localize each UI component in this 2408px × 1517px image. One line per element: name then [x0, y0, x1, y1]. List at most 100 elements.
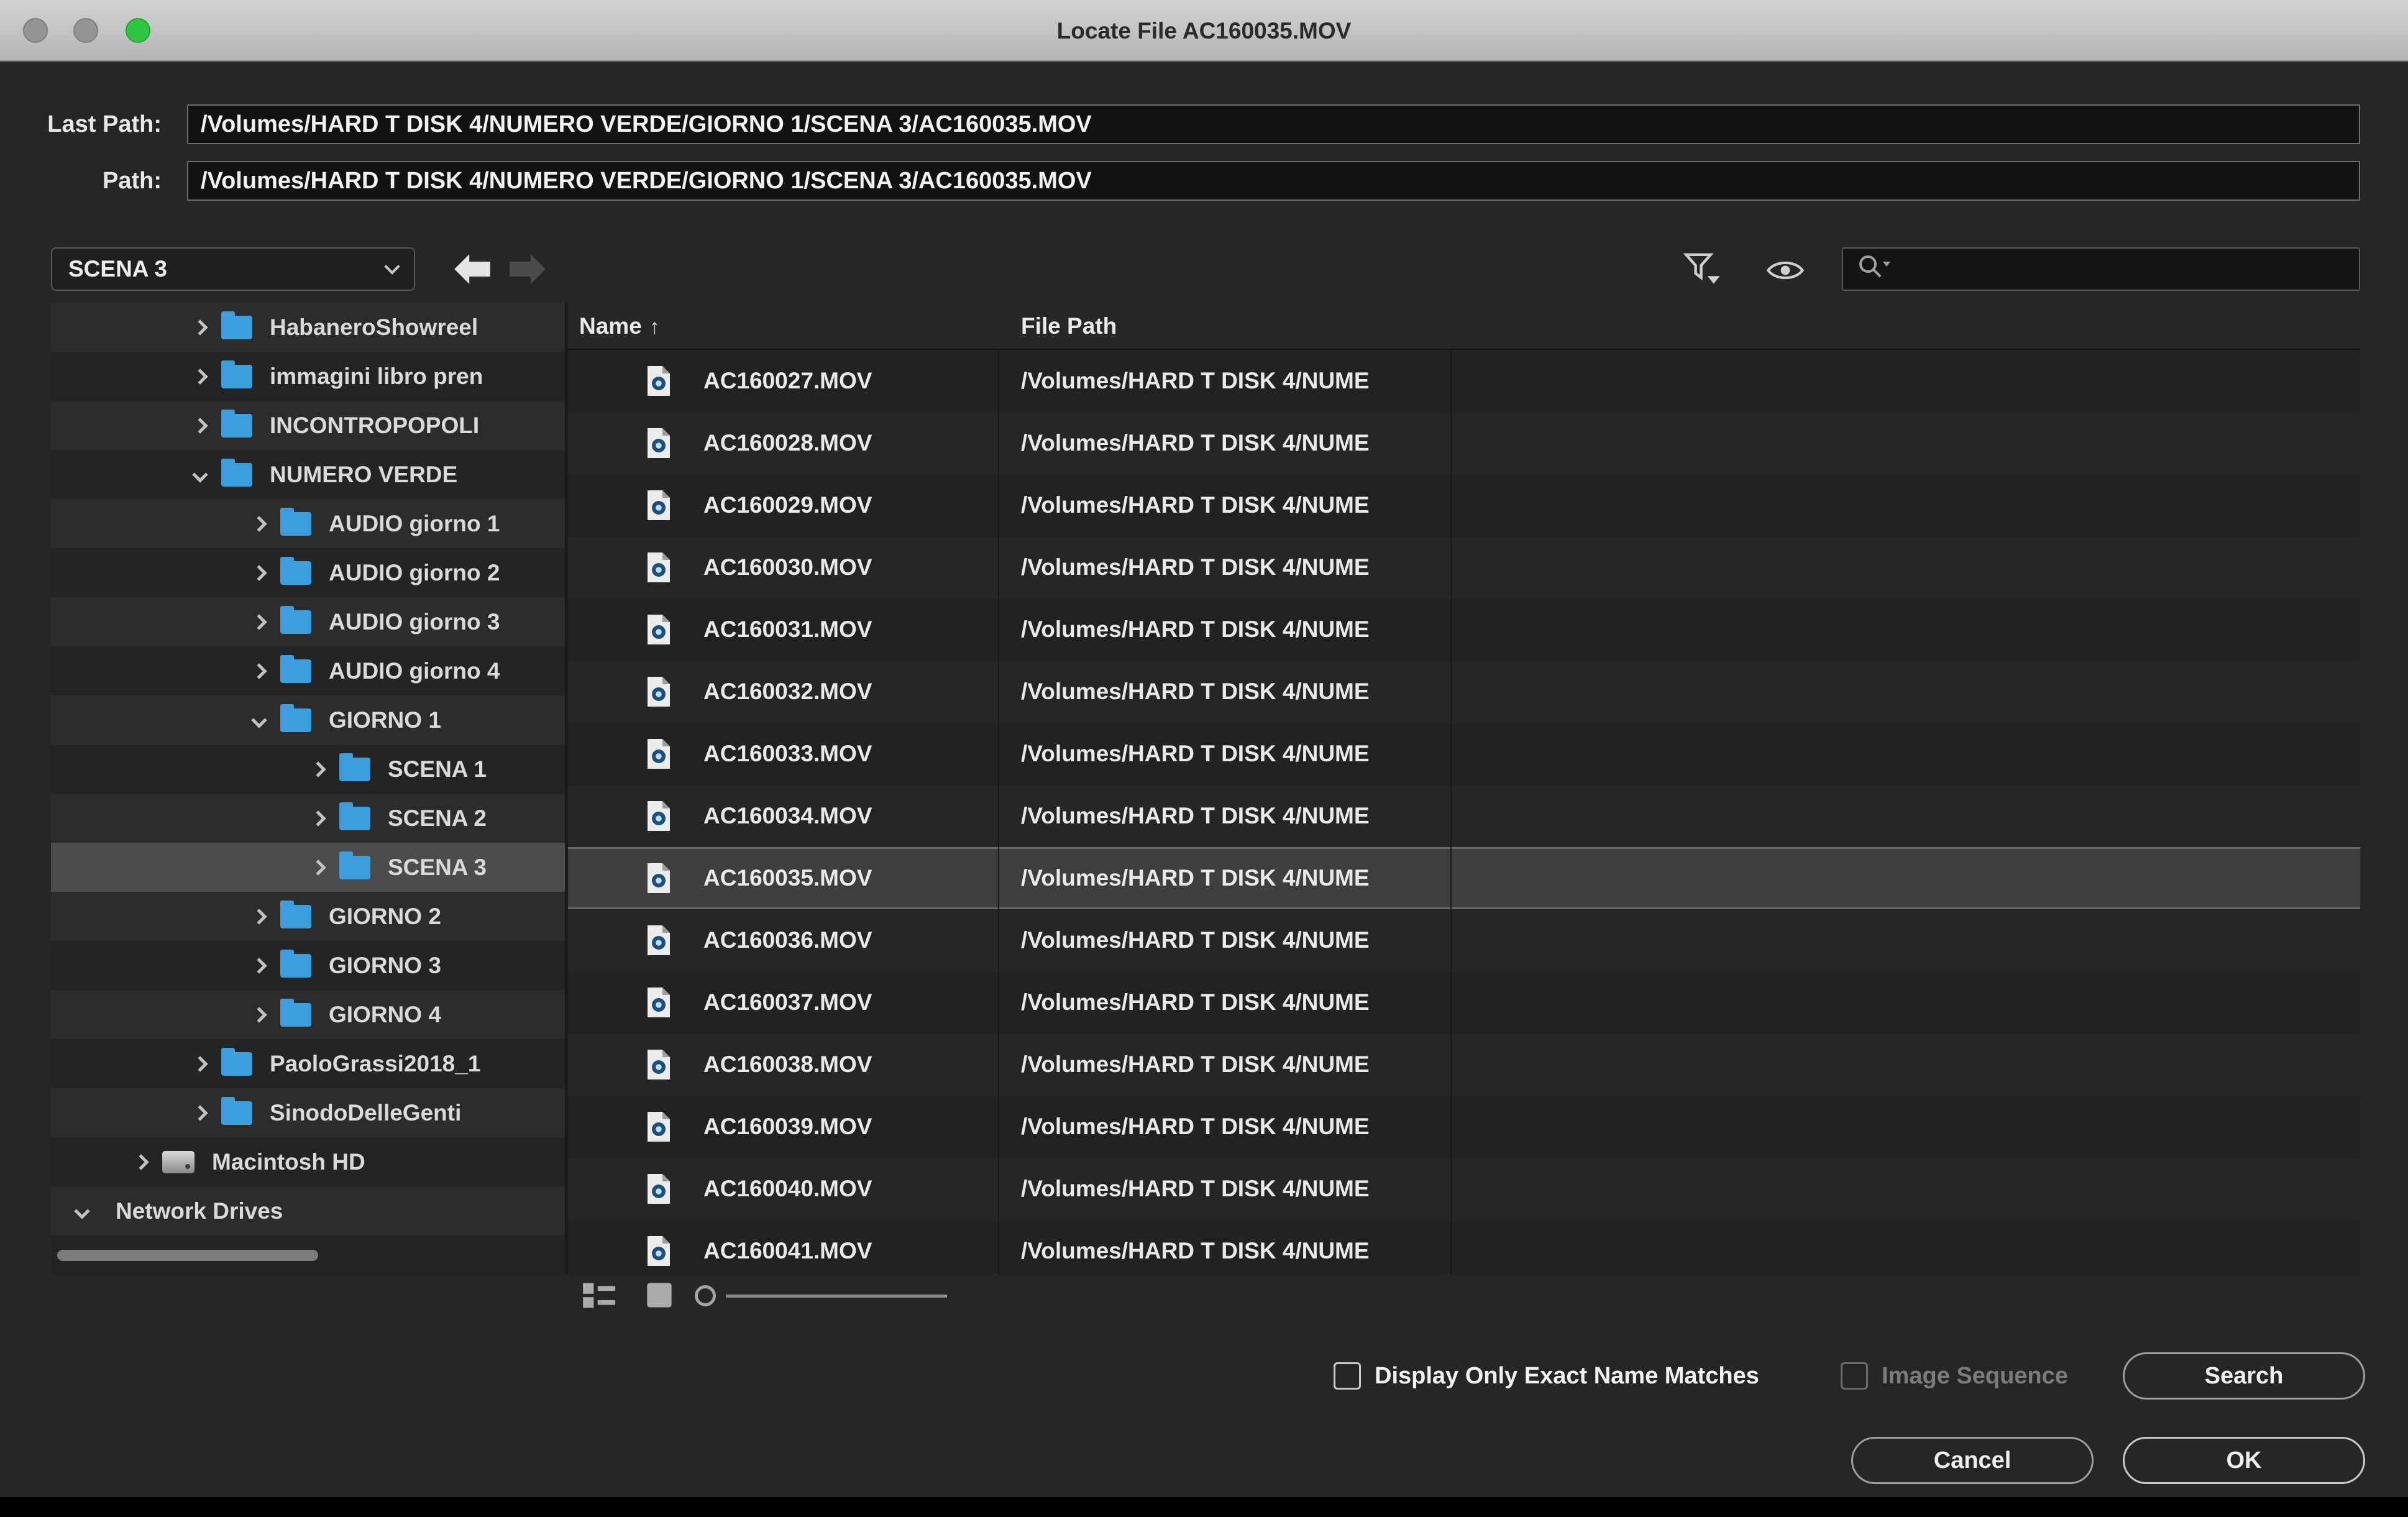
path-value: /Volumes/HARD T DISK 4/NUMERO VERDE/GIOR… — [201, 168, 1092, 195]
chevron-down-icon[interactable] — [66, 1186, 98, 1235]
file-row[interactable]: AC160039.MOV/Volumes/HARD T DISK 4/NUME — [568, 1096, 2360, 1158]
file-path: /Volumes/HARD T DISK 4/NUME — [1021, 661, 1447, 723]
tree-item-giorno-4[interactable]: GIORNO 4 — [51, 990, 565, 1039]
chevron-right-icon[interactable] — [184, 401, 216, 450]
chevron-right-icon[interactable] — [125, 1137, 157, 1186]
filter-icon[interactable] — [1682, 249, 1721, 291]
tree-item-label: immagini libro pren — [270, 364, 483, 390]
column-header-file-path[interactable]: File Path — [1021, 303, 1117, 350]
tree-item-label: GIORNO 2 — [329, 904, 441, 930]
eye-icon[interactable] — [1765, 256, 1806, 288]
media-file-icon — [646, 862, 671, 897]
file-row[interactable]: AC160031.MOV/Volumes/HARD T DISK 4/NUME — [568, 598, 2360, 661]
chevron-right-icon[interactable] — [243, 597, 275, 646]
folder-tree: HabaneroShowreel immagini libro pren INCON… — [51, 303, 565, 1275]
file-row[interactable]: AC160041.MOV/Volumes/HARD T DISK 4/NUME — [568, 1220, 2360, 1275]
file-row[interactable]: AC160038.MOV/Volumes/HARD T DISK 4/NUME — [568, 1033, 2360, 1096]
image-sequence-label: Image Sequence — [1882, 1363, 2068, 1390]
tree-item-label: SinodoDelleGenti — [270, 1100, 461, 1126]
chevron-right-icon[interactable] — [243, 990, 275, 1039]
chevron-right-icon[interactable] — [184, 1088, 216, 1137]
tree-item-giorno-1[interactable]: GIORNO 1 — [51, 695, 565, 745]
tree-item-label: HabaneroShowreel — [270, 314, 478, 341]
column-divider — [998, 303, 999, 1275]
tree-item-audio-giorno-2[interactable]: AUDIO giorno 2 — [51, 548, 565, 597]
chevron-right-icon[interactable] — [302, 794, 334, 843]
file-row[interactable]: AC160035.MOV/Volumes/HARD T DISK 4/NUME — [568, 847, 2360, 909]
image-sequence-checkbox-group: Image Sequence — [1841, 1352, 2068, 1400]
tree-item-sinododellegenti[interactable]: SinodoDelleGenti — [51, 1088, 565, 1137]
column-header-name[interactable]: Name↑ — [579, 303, 660, 350]
tree-item-habaneroshowreel[interactable]: HabaneroShowreel — [51, 303, 565, 352]
tree-item-giorno-2[interactable]: GIORNO 2 — [51, 892, 565, 941]
chevron-down-icon — [384, 259, 400, 274]
file-path: /Volumes/HARD T DISK 4/NUME — [1021, 1096, 1447, 1158]
tree-item-incontropopoli[interactable]: INCONTROPOPOLI — [51, 401, 565, 450]
file-name: AC160035.MOV — [703, 847, 872, 909]
tree-item-numero-verde[interactable]: NUMERO VERDE — [51, 450, 565, 499]
chevron-down-icon[interactable] — [243, 695, 275, 745]
chevron-right-icon[interactable] — [243, 548, 275, 597]
horizontal-scrollbar[interactable] — [57, 1250, 318, 1261]
back-button[interactable] — [454, 254, 490, 287]
file-path: /Volumes/HARD T DISK 4/NUME — [1021, 536, 1447, 598]
image-sequence-checkbox[interactable] — [1841, 1362, 1868, 1390]
search-button[interactable]: Search — [2123, 1352, 2365, 1400]
file-row[interactable]: AC160037.MOV/Volumes/HARD T DISK 4/NUME — [568, 971, 2360, 1033]
folder-icon — [221, 414, 252, 438]
tree-item-macintosh-hd[interactable]: Macintosh HD — [51, 1137, 565, 1186]
file-name: AC160027.MOV — [703, 350, 872, 412]
forward-button[interactable] — [510, 254, 546, 287]
tree-item-scena-1[interactable]: SCENA 1 — [51, 745, 565, 794]
chevron-right-icon[interactable] — [302, 843, 334, 892]
last-path-field[interactable]: /Volumes/HARD T DISK 4/NUMERO VERDE/GIOR… — [187, 104, 2360, 144]
chevron-right-icon[interactable] — [302, 745, 334, 794]
tree-item-scena-2[interactable]: SCENA 2 — [51, 794, 565, 843]
ok-button[interactable]: OK — [2123, 1437, 2365, 1484]
file-row[interactable]: AC160028.MOV/Volumes/HARD T DISK 4/NUME — [568, 412, 2360, 474]
column-divider — [1450, 303, 1452, 1275]
file-row[interactable]: AC160040.MOV/Volumes/HARD T DISK 4/NUME — [568, 1158, 2360, 1220]
chevron-right-icon[interactable] — [184, 303, 216, 352]
file-path: /Volumes/HARD T DISK 4/NUME — [1021, 1158, 1447, 1220]
search-input[interactable] — [1842, 247, 2360, 291]
chevron-right-icon[interactable] — [243, 941, 275, 990]
tree-item-giorno-3[interactable]: GIORNO 3 — [51, 941, 565, 990]
chevron-down-icon[interactable] — [184, 450, 216, 499]
file-name: AC160032.MOV — [703, 661, 872, 723]
tree-item-network-drives[interactable]: Network Drives — [51, 1186, 565, 1235]
display-only-exact-checkbox[interactable] — [1334, 1362, 1361, 1390]
tree-item-paolograssi2018-1[interactable]: PaoloGrassi2018_1 — [51, 1039, 565, 1088]
file-name: AC160037.MOV — [703, 971, 872, 1033]
tree-item-audio-giorno-3[interactable]: AUDIO giorno 3 — [51, 597, 565, 646]
file-row[interactable]: AC160032.MOV/Volumes/HARD T DISK 4/NUME — [568, 661, 2360, 723]
path-field[interactable]: /Volumes/HARD T DISK 4/NUMERO VERDE/GIOR… — [187, 161, 2360, 201]
chevron-right-icon[interactable] — [243, 892, 275, 941]
tree-item-audio-giorno-4[interactable]: AUDIO giorno 4 — [51, 646, 565, 695]
file-row[interactable]: AC160036.MOV/Volumes/HARD T DISK 4/NUME — [568, 909, 2360, 971]
chevron-right-icon[interactable] — [184, 1039, 216, 1088]
titlebar: Locate File AC160035.MOV — [0, 0, 2408, 62]
display-only-exact-checkbox-group[interactable]: Display Only Exact Name Matches — [1334, 1352, 1759, 1400]
list-view-button[interactable] — [582, 1280, 616, 1313]
tree-item-audio-giorno-1[interactable]: AUDIO giorno 1 — [51, 499, 565, 548]
zoom-slider-track[interactable] — [726, 1295, 947, 1298]
file-row[interactable]: AC160027.MOV/Volumes/HARD T DISK 4/NUME — [568, 350, 2360, 412]
tree-item-scena-3[interactable]: SCENA 3 — [51, 843, 565, 892]
chevron-right-icon[interactable] — [184, 352, 216, 401]
tree-item-immagini-libro-pren[interactable]: immagini libro pren — [51, 352, 565, 401]
thumbnail-view-button[interactable] — [644, 1280, 675, 1313]
media-file-icon — [646, 924, 671, 960]
file-row[interactable]: AC160033.MOV/Volumes/HARD T DISK 4/NUME — [568, 723, 2360, 785]
media-file-icon — [646, 613, 671, 649]
location-dropdown[interactable]: SCENA 3 — [51, 247, 415, 291]
chevron-right-icon[interactable] — [243, 646, 275, 695]
tree-item-label: INCONTROPOPOLI — [270, 413, 479, 439]
file-row[interactable]: AC160029.MOV/Volumes/HARD T DISK 4/NUME — [568, 474, 2360, 536]
file-path: /Volumes/HARD T DISK 4/NUME — [1021, 847, 1447, 909]
cancel-button[interactable]: Cancel — [1851, 1437, 2094, 1484]
chevron-right-icon[interactable] — [243, 499, 275, 548]
file-row[interactable]: AC160034.MOV/Volumes/HARD T DISK 4/NUME — [568, 785, 2360, 847]
file-row[interactable]: AC160030.MOV/Volumes/HARD T DISK 4/NUME — [568, 536, 2360, 598]
zoom-slider-handle[interactable] — [695, 1285, 716, 1306]
